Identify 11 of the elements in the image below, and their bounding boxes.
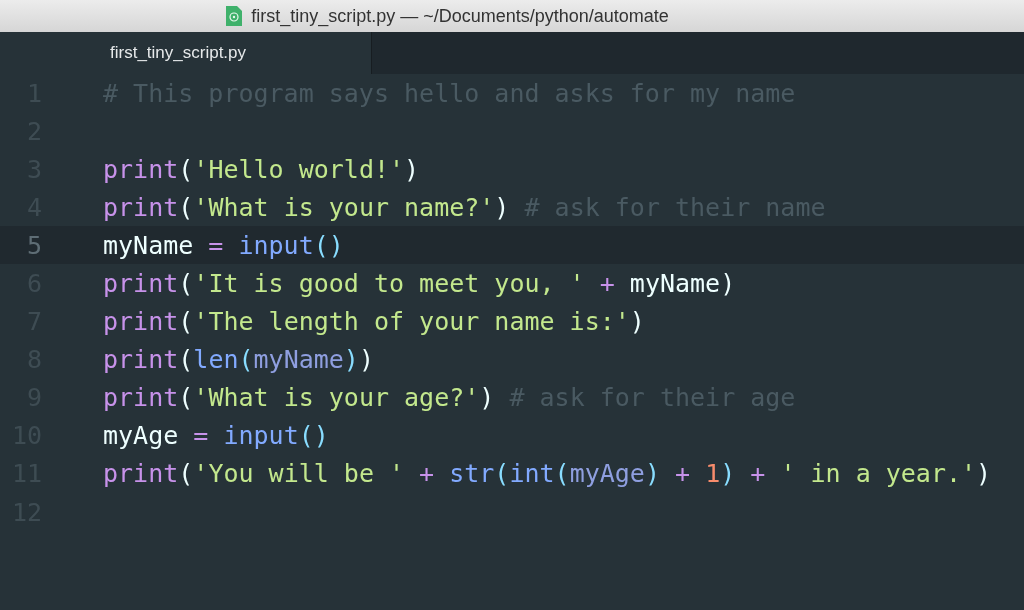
code-line: print(len(myName)) xyxy=(103,345,374,375)
code-line: print('Hello world!') xyxy=(103,154,420,184)
file-icon xyxy=(225,5,244,27)
code-line: print('The length of your name is:') xyxy=(103,307,645,337)
line-number: 5 xyxy=(25,230,42,260)
window-title: first_tiny_script.py — ~/Documents/python/automate xyxy=(251,5,669,27)
code-line: myName = input() xyxy=(103,230,344,260)
code-line: myAge = input() xyxy=(103,421,329,451)
file-tab[interactable]: first_tiny_script.py xyxy=(0,32,372,74)
code-line: print('It is good to meet you, ' + myName) xyxy=(103,269,736,298)
code-line: print('You will be ' + str(int(myAge) + 1) + ' in a year.') xyxy=(103,459,992,489)
